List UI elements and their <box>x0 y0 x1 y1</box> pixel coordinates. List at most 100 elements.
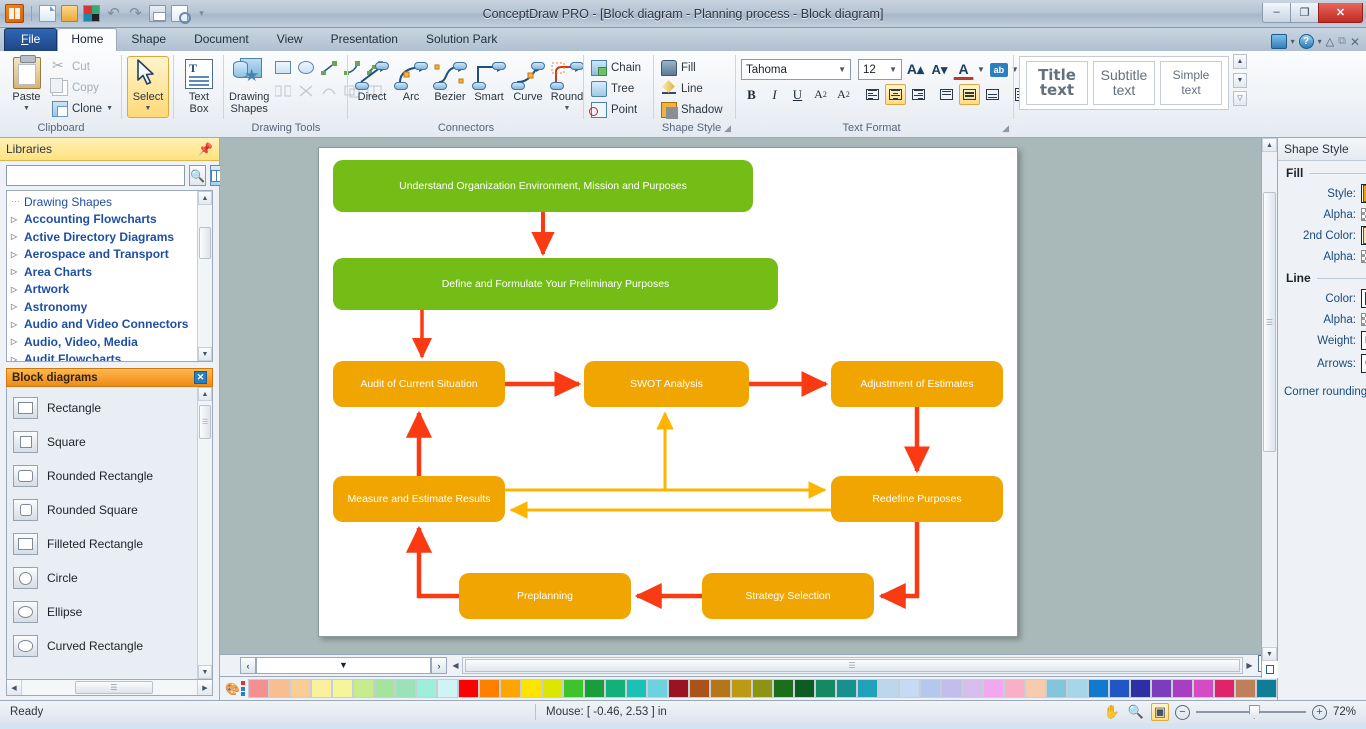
dialog-launcher-icon[interactable]: ◢ <box>1002 122 1009 135</box>
connector-direct-button[interactable]: Direct <box>353 58 391 106</box>
print-preview-icon[interactable] <box>171 5 188 22</box>
select-tool-button[interactable]: Select ▼ <box>127 56 169 118</box>
palette-swatch[interactable] <box>1088 679 1109 698</box>
palette-swatch[interactable] <box>1235 679 1256 698</box>
palette-swatch[interactable] <box>920 679 941 698</box>
chevron-down-icon[interactable]: ▼ <box>106 105 113 112</box>
connector-round-button[interactable]: Round▼ <box>548 58 586 118</box>
tab-document[interactable]: Document <box>180 28 263 51</box>
page-selector-combo[interactable] <box>256 657 431 674</box>
chain-button[interactable]: Chain <box>589 58 645 77</box>
library-tree-item[interactable]: ▷Accounting Flowcharts <box>11 211 197 229</box>
library-tree-item[interactable]: ▷Audio, Video, Media <box>11 333 197 351</box>
connector-bezier-button[interactable]: Bezier <box>431 58 469 106</box>
tab-file[interactable]: File <box>4 28 57 51</box>
scroll-down-icon[interactable]: ▼ <box>198 347 212 361</box>
fit-selection-icon[interactable]: ▣ <box>1151 703 1169 721</box>
rectangle-tool-icon[interactable] <box>275 61 291 74</box>
palette-swatch[interactable] <box>563 679 584 698</box>
palette-swatch[interactable] <box>605 679 626 698</box>
paste-button[interactable]: Paste ▼ <box>5 54 48 118</box>
document-page[interactable]: Understand Organization Environment, Mis… <box>318 147 1018 637</box>
scroll-up-icon[interactable]: ▲ <box>198 387 212 401</box>
palette-swatch[interactable] <box>941 679 962 698</box>
font-name-combo[interactable]: Tahoma ▼ <box>741 59 851 80</box>
diagram-node[interactable]: Understand Organization Environment, Mis… <box>333 160 753 212</box>
palette-swatch[interactable] <box>479 679 500 698</box>
dialog-launcher-icon[interactable]: ◢ <box>724 122 731 135</box>
drawing-shapes-icon[interactable]: ★ <box>232 57 266 89</box>
library-tree[interactable]: ⋯Drawing Shapes▷Accounting Flowcharts▷Ac… <box>6 190 213 362</box>
font-color-button[interactable]: A <box>953 59 974 80</box>
palette-swatch[interactable] <box>794 679 815 698</box>
diagram-node[interactable]: Measure and Estimate Results <box>333 476 505 522</box>
diagram-node[interactable]: Audit of Current Situation <box>333 361 505 407</box>
palette-swatch[interactable] <box>395 679 416 698</box>
palette-swatch[interactable] <box>1193 679 1214 698</box>
palette-swatch[interactable] <box>731 679 752 698</box>
align-top-button[interactable] <box>936 84 957 105</box>
expand-arrow-icon[interactable]: ▷ <box>11 302 20 311</box>
line-weight-combo[interactable]: Hairline <box>1361 331 1366 350</box>
shape-list-item[interactable]: Circle <box>7 561 197 595</box>
diagram-node[interactable]: SWOT Analysis <box>584 361 749 407</box>
library-tree-item[interactable]: ▷Aerospace and Transport <box>11 246 197 264</box>
scroll-track[interactable]: ☰ <box>1262 152 1277 647</box>
expand-arrow-icon[interactable]: ▷ <box>11 250 20 259</box>
redo-icon[interactable]: ↷ <box>127 5 144 22</box>
palette-swatch[interactable] <box>1046 679 1067 698</box>
scroll-down-icon[interactable]: ▼ <box>1262 647 1277 661</box>
gallery-expand-button[interactable]: ▽ <box>1233 91 1247 106</box>
diagram-node[interactable]: Redefine Purposes <box>831 476 1003 522</box>
canvas-vscrollbar[interactable]: ▲ ☰ ▼ <box>1261 138 1277 678</box>
palette-swatch[interactable] <box>1172 679 1193 698</box>
connector-smart-button[interactable]: Smart <box>470 58 508 106</box>
align-center-button[interactable] <box>885 84 906 105</box>
palette-swatch[interactable] <box>899 679 920 698</box>
cut-button[interactable]: Cut <box>50 57 117 76</box>
scroll-thumb[interactable]: ☰ <box>199 405 211 439</box>
fit-page-button[interactable] <box>1262 661 1278 678</box>
palette-swatch[interactable] <box>1256 679 1277 698</box>
scroll-up-icon[interactable]: ▲ <box>1262 138 1277 152</box>
chevron-down-icon[interactable]: ▾ <box>1291 37 1295 46</box>
tab-view[interactable]: View <box>263 28 317 51</box>
shape-list-item[interactable]: Rounded Rectangle <box>7 459 197 493</box>
library-tree-item[interactable]: ▷Astronomy <box>11 298 197 316</box>
copy-button[interactable]: Copy <box>50 78 117 97</box>
palette-swatch[interactable] <box>500 679 521 698</box>
expand-arrow-icon[interactable]: ▷ <box>11 337 20 346</box>
close-document-icon[interactable]: ✕ <box>1350 35 1360 49</box>
diagram-node[interactable]: Strategy Selection <box>702 573 874 619</box>
point-button[interactable]: Point <box>589 100 641 119</box>
restore-window-icon[interactable]: ⧉ <box>1338 35 1346 48</box>
scroll-left-icon[interactable]: ◀ <box>449 657 462 674</box>
library-tree-item[interactable]: ▷Artwork <box>11 281 197 299</box>
restore-button[interactable]: ❐ <box>1290 3 1319 23</box>
palette-swatch[interactable] <box>1130 679 1151 698</box>
palette-swatch[interactable] <box>689 679 710 698</box>
zoom-slider[interactable] <box>1196 704 1306 720</box>
palette-swatch[interactable] <box>353 679 374 698</box>
palette-swatch[interactable] <box>626 679 647 698</box>
palette-swatch[interactable] <box>1004 679 1025 698</box>
fill-style-combo[interactable] <box>1361 184 1366 203</box>
hscroll-thumb[interactable]: ☰ <box>75 681 154 694</box>
palette-swatch[interactable] <box>752 679 773 698</box>
palette-swatch[interactable] <box>836 679 857 698</box>
palette-swatch[interactable] <box>1151 679 1172 698</box>
palette-swatch[interactable] <box>437 679 458 698</box>
minimize-button[interactable]: – <box>1262 3 1291 23</box>
palette-swatch[interactable] <box>1025 679 1046 698</box>
expand-arrow-icon[interactable]: ▷ <box>11 320 20 329</box>
canvas-viewport[interactable]: Understand Organization Environment, Mis… <box>220 138 1277 654</box>
shrink-font-button[interactable]: A▾ <box>929 59 950 80</box>
grow-font-button[interactable]: A▴ <box>905 59 926 80</box>
fill-button[interactable]: Fill <box>659 58 700 77</box>
align-right-button[interactable] <box>908 84 929 105</box>
scroll-right-icon[interactable]: ▶ <box>197 680 212 695</box>
chevron-down-icon[interactable]: ▼ <box>977 65 987 74</box>
open-library-tab[interactable]: Block diagrams ✕ <box>6 368 213 387</box>
align-middle-button[interactable] <box>959 84 980 105</box>
chevron-down-icon[interactable]: ▼ <box>889 65 899 74</box>
